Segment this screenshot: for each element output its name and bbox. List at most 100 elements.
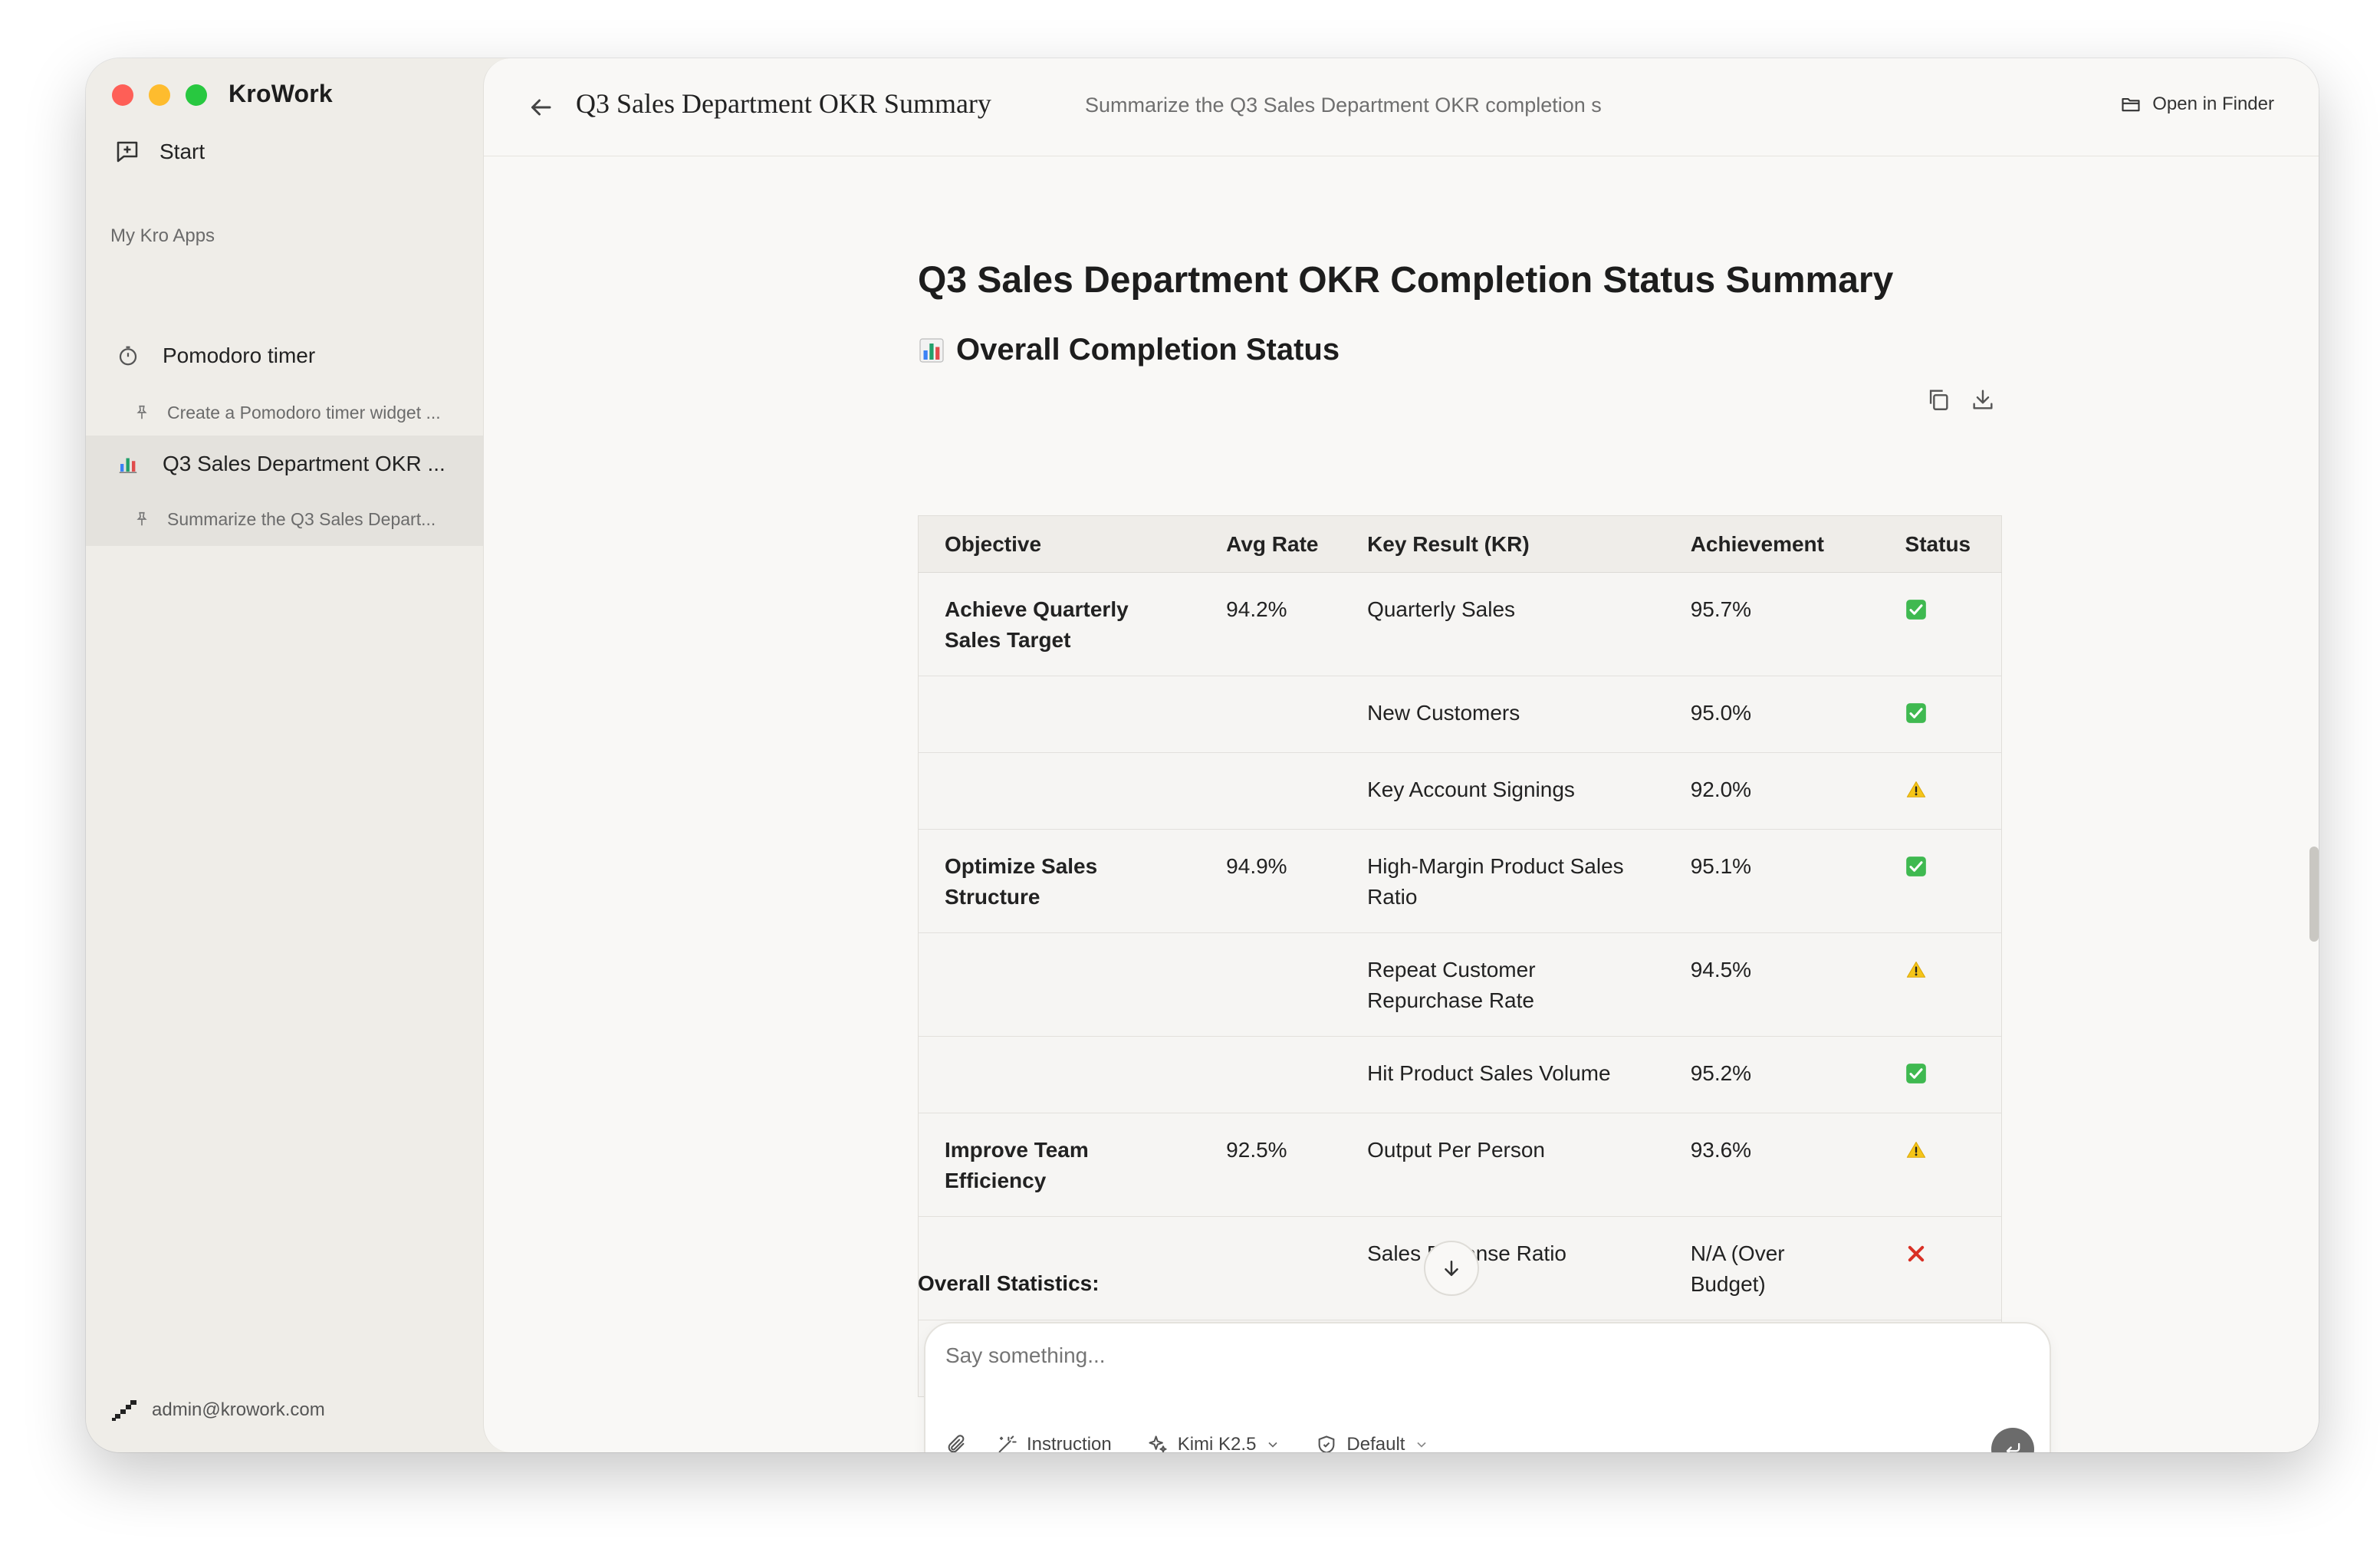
folder-icon bbox=[2122, 97, 2140, 112]
window-controls bbox=[112, 84, 207, 106]
key-result-cell: High-Margin Product Sales Ratio bbox=[1341, 829, 1665, 933]
key-result-cell: Quarterly Sales bbox=[1341, 572, 1665, 676]
pin-icon bbox=[132, 403, 152, 423]
objective-cell: Optimize Sales Structure bbox=[918, 829, 1201, 933]
avg-rate-cell bbox=[1200, 752, 1342, 830]
download-icon[interactable] bbox=[1970, 386, 1996, 413]
attach-button[interactable] bbox=[945, 1434, 967, 1452]
arrow-down-icon bbox=[1445, 1261, 1458, 1276]
pin-icon bbox=[132, 509, 152, 529]
achievement-cell: 95.2% bbox=[1664, 1036, 1879, 1113]
main-panel: Q3 Sales Department OKR Summary Summariz… bbox=[483, 58, 2319, 1452]
table-row: Repeat Customer Repurchase Rate 94.5% bbox=[918, 932, 2002, 1037]
copy-icon[interactable] bbox=[1925, 386, 1951, 413]
achievement-cell: 93.6% bbox=[1664, 1113, 1879, 1217]
zoom-window-button[interactable] bbox=[186, 84, 207, 106]
table-row: Improve Team Efficiency 92.5% Output Per P… bbox=[918, 1113, 2002, 1217]
table-toolbar bbox=[1925, 386, 1996, 413]
avg-rate-cell bbox=[1200, 1036, 1342, 1113]
header-key-result: Key Result (KR) bbox=[1341, 515, 1665, 573]
key-result-cell: Key Account Signings bbox=[1341, 752, 1665, 830]
key-result-cell: Hit Product Sales Volume bbox=[1341, 1036, 1665, 1113]
objective-cell: Improve Team Efficiency bbox=[918, 1113, 1201, 1217]
instruction-label: Instruction bbox=[1027, 1434, 1112, 1452]
message-composer: Instruction Kimi K2.5 Default bbox=[924, 1322, 2051, 1452]
avg-rate-cell bbox=[1200, 1216, 1342, 1320]
check-icon bbox=[1905, 1064, 1926, 1083]
achievement-cell: 95.0% bbox=[1664, 676, 1879, 753]
warning-icon bbox=[1906, 781, 1925, 797]
page-subtitle: Summarize the Q3 Sales Department OKR co… bbox=[1085, 94, 1602, 117]
magic-wand-icon bbox=[998, 1435, 1017, 1452]
table-row: New Customers 95.0% bbox=[918, 676, 2002, 753]
sidebar-subitem-label: Create a Pomodoro timer widget ... bbox=[167, 402, 441, 423]
top-bar: Q3 Sales Department OKR Summary Summariz… bbox=[484, 58, 2319, 156]
status-cell bbox=[1879, 932, 2002, 1037]
chevron-down-icon bbox=[1268, 1442, 1278, 1448]
sidebar: KroWork Start My Kro Apps Pomodoro timer… bbox=[86, 58, 483, 1452]
sidebar-subitem-pomodoro-task[interactable]: Create a Pomodoro timer widget ... bbox=[86, 393, 483, 432]
minimize-window-button[interactable] bbox=[149, 84, 170, 106]
open-in-finder-button[interactable]: Open in Finder bbox=[2120, 94, 2274, 115]
status-cell bbox=[1879, 676, 2002, 753]
sidebar-start-label: Start bbox=[159, 140, 205, 163]
app-window: KroWork Start My Kro Apps Pomodoro timer… bbox=[86, 58, 2319, 1452]
enter-icon bbox=[2006, 1442, 2020, 1452]
scrollbar-thumb[interactable] bbox=[2309, 847, 2319, 942]
timer-icon bbox=[115, 343, 141, 369]
new-chat-icon bbox=[117, 141, 138, 163]
model-selector[interactable]: Kimi K2.5 bbox=[1147, 1434, 1281, 1452]
open-in-finder-label: Open in Finder bbox=[2152, 94, 2274, 114]
table-row: Optimize Sales Structure 94.9% High-Margin… bbox=[918, 829, 2002, 933]
overall-statistics-label: Overall Statistics: bbox=[918, 1271, 1100, 1295]
sidebar-subitem-q3-task[interactable]: Summarize the Q3 Sales Depart... bbox=[86, 492, 483, 546]
key-result-cell: New Customers bbox=[1341, 676, 1665, 753]
back-arrow-icon[interactable] bbox=[527, 94, 554, 121]
achievement-cell: 95.7% bbox=[1664, 572, 1879, 676]
bar-chart-icon bbox=[115, 451, 141, 477]
section-label-my-kro-apps: My Kro Apps bbox=[110, 225, 215, 246]
user-account[interactable]: admin@krowork.com bbox=[112, 1399, 325, 1422]
achievement-cell: N/A (Over Budget) bbox=[1664, 1216, 1879, 1320]
model-label: Kimi K2.5 bbox=[1177, 1434, 1257, 1452]
sidebar-item-q3-okr[interactable]: Q3 Sales Department OKR ... bbox=[86, 436, 483, 492]
check-icon bbox=[1905, 600, 1926, 620]
chevron-down-icon bbox=[1417, 1442, 1427, 1448]
message-input[interactable] bbox=[945, 1343, 1942, 1368]
app-name: KroWork bbox=[228, 80, 333, 107]
close-window-button[interactable] bbox=[112, 84, 133, 106]
check-icon bbox=[1905, 703, 1926, 723]
achievement-cell: 92.0% bbox=[1664, 752, 1879, 830]
status-cell bbox=[1879, 829, 2002, 933]
sidebar-start-button[interactable]: Start bbox=[113, 138, 205, 166]
table-header-row: Objective Avg Rate Key Result (KR) Achie… bbox=[918, 515, 2002, 573]
status-cell bbox=[1879, 1113, 2002, 1217]
objective-cell bbox=[918, 1216, 1201, 1320]
cross-icon bbox=[1908, 1245, 1924, 1262]
document-title: Q3 Sales Department OKR Completion Statu… bbox=[918, 260, 1894, 301]
table-row: Key Account Signings 92.0% bbox=[918, 752, 2002, 830]
sparkle-icon bbox=[1149, 1435, 1167, 1452]
mode-selector[interactable]: Default bbox=[1316, 1434, 1429, 1452]
composer-toolbar: Instruction Kimi K2.5 Default bbox=[945, 1434, 1464, 1452]
scroll-down-button[interactable] bbox=[1424, 1241, 1479, 1296]
sidebar-item-pomodoro[interactable]: Pomodoro timer bbox=[86, 334, 483, 377]
section-heading-text: Overall Completion Status bbox=[956, 333, 1340, 367]
send-button[interactable] bbox=[1991, 1428, 2034, 1452]
header-objective: Objective bbox=[918, 515, 1201, 573]
warning-icon bbox=[1906, 1142, 1925, 1158]
page-title: Q3 Sales Department OKR Summary bbox=[576, 88, 991, 119]
avg-rate-cell bbox=[1200, 676, 1342, 753]
bar-chart-icon bbox=[919, 337, 944, 363]
instruction-button[interactable]: Instruction bbox=[996, 1434, 1112, 1452]
avg-rate-cell bbox=[1200, 932, 1342, 1037]
achievement-cell: 95.1% bbox=[1664, 829, 1879, 933]
mode-label: Default bbox=[1346, 1434, 1405, 1452]
avg-rate-cell: 92.5% bbox=[1200, 1113, 1342, 1217]
key-result-cell: Output Per Person bbox=[1341, 1113, 1665, 1217]
user-email: admin@krowork.com bbox=[152, 1399, 325, 1420]
status-cell bbox=[1879, 1036, 2002, 1113]
paperclip-icon bbox=[948, 1435, 965, 1452]
achievement-cell: 94.5% bbox=[1664, 932, 1879, 1037]
objective-cell bbox=[918, 1036, 1201, 1113]
